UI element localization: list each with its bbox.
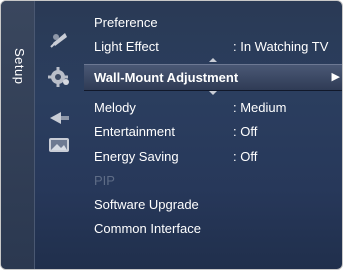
setup-menu-window: Setup Preference Light Effect : In Watch… <box>0 0 343 270</box>
menu-item-value: : Medium <box>233 100 287 115</box>
menu-item-value: : Off <box>233 149 258 164</box>
menu-item-entertainment[interactable]: Entertainment : Off <box>94 121 342 143</box>
input-icon[interactable] <box>47 108 71 128</box>
menu-item-label: Energy Saving <box>94 149 179 164</box>
menu-item-label: Preference <box>94 15 158 30</box>
satellite-icon[interactable] <box>47 29 71 49</box>
settings-menu: Preference Light Effect : In Watching TV… <box>84 1 342 269</box>
scroll-down-indicator-icon <box>209 91 217 95</box>
menu-item-label: PIP <box>94 173 115 188</box>
menu-item-label: Melody <box>94 100 136 115</box>
icon-column <box>34 1 119 269</box>
menu-item-common-interface[interactable]: Common Interface <box>94 218 201 240</box>
scroll-up-indicator-icon <box>209 58 217 62</box>
menu-item-wall-mount-adjustment[interactable]: Wall-Mount Adjustment ▶ <box>84 64 342 91</box>
sidebar: Setup <box>1 1 35 269</box>
menu-item-software-upgrade[interactable]: Software Upgrade <box>94 194 199 216</box>
gear-icon[interactable] <box>47 67 71 87</box>
menu-item-pip: PIP <box>94 170 115 192</box>
menu-item-preference[interactable]: Preference <box>94 12 158 34</box>
picture-icon[interactable] <box>47 135 71 155</box>
submenu-arrow-icon: ▶ <box>331 71 340 83</box>
sidebar-label-setup: Setup <box>12 47 27 85</box>
menu-item-energy-saving[interactable]: Energy Saving : Off <box>94 146 342 168</box>
menu-item-label: Software Upgrade <box>94 197 199 212</box>
menu-item-label: Entertainment <box>94 124 175 139</box>
menu-item-label: Wall-Mount Adjustment <box>94 70 239 85</box>
menu-item-value: : In Watching TV <box>233 39 329 54</box>
menu-item-label: Common Interface <box>94 221 201 236</box>
menu-item-label: Light Effect <box>94 39 159 54</box>
menu-item-light-effect[interactable]: Light Effect : In Watching TV <box>94 36 342 58</box>
menu-item-melody[interactable]: Melody : Medium <box>94 97 342 119</box>
menu-item-value: : Off <box>233 124 258 139</box>
